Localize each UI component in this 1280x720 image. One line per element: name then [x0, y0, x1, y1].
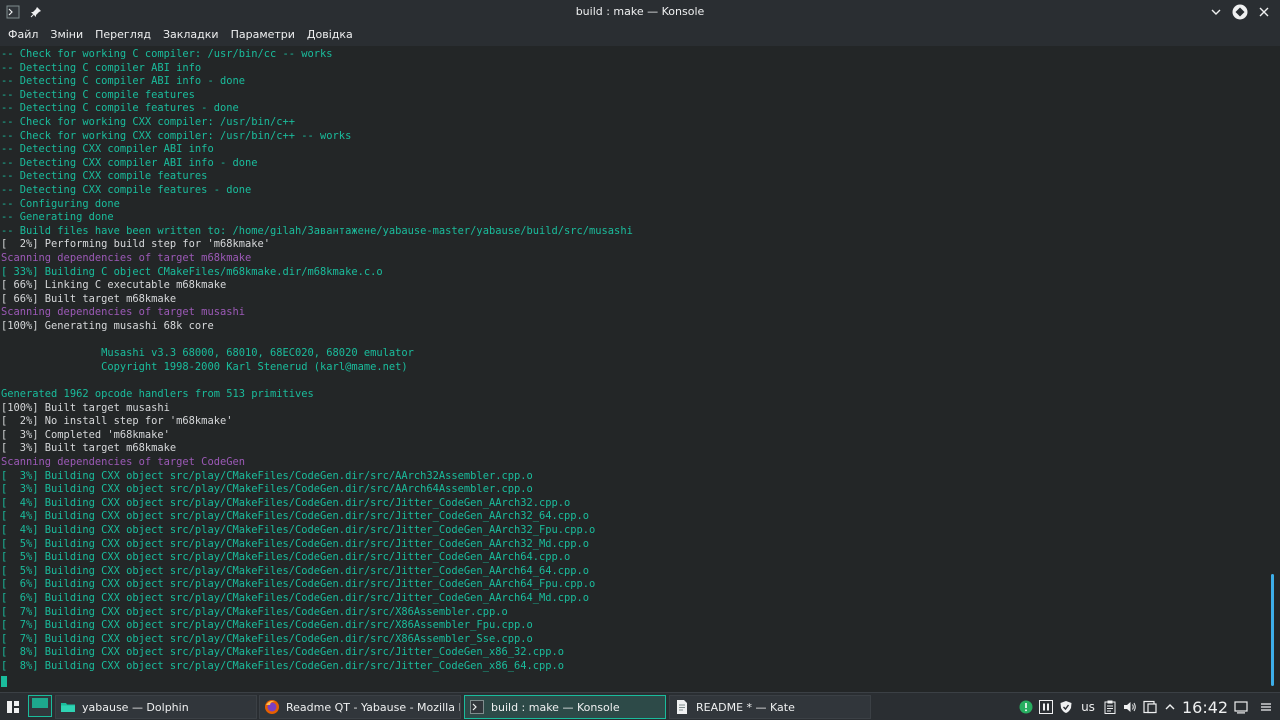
terminal-app-icon[interactable] — [3, 2, 23, 22]
terminal-line: -- Build files have been written to: /ho… — [1, 224, 633, 237]
document-icon — [674, 699, 690, 715]
expand-tray-icon[interactable] — [1162, 697, 1178, 717]
terminal-scrollbar[interactable] — [1268, 46, 1280, 692]
app-launcher-button[interactable] — [3, 697, 23, 717]
maximize-button[interactable] — [1230, 2, 1250, 22]
minimize-button[interactable] — [1206, 2, 1226, 22]
taskbar: yabause — Dolphin Readme QT - Yabause - … — [0, 692, 1280, 720]
terminal-line: [ 3%] Completed 'm68kmake' — [1, 428, 170, 441]
terminal-line: -- Detecting CXX compile features — [1, 170, 208, 183]
menu-file[interactable]: Файл — [2, 24, 44, 46]
terminal-line: [ 8%] Building CXX object src/play/CMake… — [1, 646, 565, 659]
terminal-line: [ 3%] Building CXX object src/play/CMake… — [1, 483, 533, 496]
folder-icon — [60, 699, 76, 715]
terminal-line: [ 4%] Building CXX object src/play/CMake… — [1, 524, 596, 536]
terminal-line: [ 66%] Built target m68kmake — [1, 292, 177, 305]
terminal-line: [100%] Built target musashi — [1, 401, 170, 414]
terminal-line: [ 3%] Built target m68kmake — [1, 442, 177, 455]
clipboard-icon[interactable] — [1102, 697, 1118, 717]
virtual-desktop-pager[interactable] — [28, 695, 52, 717]
terminal-line: [ 6%] Building CXX object src/play/CMake… — [1, 578, 596, 591]
volume-icon[interactable] — [1122, 697, 1138, 717]
pin-icon[interactable] — [26, 2, 46, 22]
menu-edit[interactable]: Зміни — [44, 24, 89, 46]
terminal-line: -- Detecting CXX compile features - done — [1, 184, 252, 196]
scrollbar-thumb[interactable] — [1271, 574, 1274, 686]
panel-options-icon[interactable] — [1256, 697, 1276, 717]
terminal-line: Scanning dependencies of target musashi — [1, 306, 245, 319]
keyboard-layout-indicator[interactable]: us — [1078, 697, 1098, 717]
security-shield-icon[interactable] — [1058, 697, 1074, 717]
terminal-line: [100%] Generating musashi 68k core — [1, 320, 214, 332]
menu-bar: Файл Зміни Перегляд Закладки Параметри Д… — [0, 24, 1280, 46]
digital-clock[interactable]: 16:42 — [1182, 697, 1228, 717]
task-dolphin[interactable]: yabause — Dolphin — [55, 695, 257, 719]
task-firefox[interactable]: Readme QT - Yabause - Mozilla Fir... — [259, 695, 461, 719]
task-label: Readme QT - Yabause - Mozilla Fir... — [286, 700, 460, 714]
terminal-line: [ 2%] Performing build step for 'm68kmak… — [1, 238, 270, 251]
terminal-line: Generated 1962 opcode handlers from 513 … — [1, 388, 314, 400]
task-label: README * — Kate — [696, 700, 795, 714]
task-kate[interactable]: README * — Kate — [669, 695, 871, 719]
window-title: build : make — Konsole — [575, 5, 705, 18]
device-notifier-icon[interactable] — [1142, 697, 1158, 717]
terminal-line: -- Check for working CXX compiler: /usr/… — [1, 116, 296, 128]
terminal-icon — [469, 699, 485, 715]
menu-help[interactable]: Довідка — [301, 24, 359, 46]
terminal-line: [ 7%] Building CXX object src/play/CMake… — [1, 632, 533, 645]
terminal-line: [ 7%] Building CXX object src/play/CMake… — [1, 619, 533, 632]
terminal-line: Copyright 1998-2000 Karl Stenerud (karl@… — [1, 360, 408, 373]
terminal-line: Scanning dependencies of target m68kmake — [1, 252, 252, 264]
terminal-line: [ 2%] No install step for 'm68kmake' — [1, 415, 233, 428]
media-player-icon[interactable] — [1038, 697, 1054, 717]
terminal-line: -- Check for working CXX compiler: /usr/… — [1, 129, 352, 142]
terminal-line: [ 5%] Building CXX object src/play/CMake… — [1, 551, 571, 564]
task-label: yabause — Dolphin — [82, 700, 189, 714]
close-button[interactable] — [1254, 2, 1274, 22]
terminal-output[interactable]: -- Check for working C compiler: /usr/bi… — [0, 46, 1268, 692]
update-notifier-icon[interactable] — [1018, 697, 1034, 717]
terminal-line: -- Detecting C compile features - done — [1, 102, 239, 115]
terminal-line: -- Detecting C compiler ABI info — [1, 61, 202, 74]
terminal-line: Scanning dependencies of target CodeGen — [1, 456, 245, 468]
terminal-line: [ 8%] Building CXX object src/play/CMake… — [1, 660, 565, 672]
terminal-line: [ 6%] Building CXX object src/play/CMake… — [1, 592, 590, 604]
title-bar[interactable]: build : make — Konsole — [0, 0, 1280, 24]
terminal-line: [ 4%] Building CXX object src/play/CMake… — [1, 510, 590, 523]
terminal-line: -- Generating done — [1, 211, 114, 224]
terminal-line: -- Check for working C compiler: /usr/bi… — [1, 48, 333, 60]
menu-bookmarks[interactable]: Закладки — [157, 24, 225, 46]
show-desktop-icon[interactable] — [1233, 697, 1249, 717]
terminal-line: [ 5%] Building CXX object src/play/CMake… — [1, 537, 590, 550]
terminal-line: -- Configuring done — [1, 197, 120, 210]
terminal-line: -- Detecting C compiler ABI info - done — [1, 75, 245, 88]
terminal-line: -- Detecting CXX compiler ABI info — [1, 143, 214, 156]
terminal-line: [ 3%] Building CXX object src/play/CMake… — [1, 469, 533, 482]
terminal-cursor — [1, 676, 7, 687]
firefox-icon — [264, 699, 280, 715]
terminal-line: [ 5%] Building CXX object src/play/CMake… — [1, 564, 590, 577]
terminal-line: [ 33%] Building C object CMakeFiles/m68k… — [1, 265, 383, 278]
menu-settings[interactable]: Параметри — [225, 24, 301, 46]
menu-view[interactable]: Перегляд — [89, 24, 157, 46]
terminal-line: [ 4%] Building CXX object src/play/CMake… — [1, 496, 571, 509]
terminal-line: -- Detecting C compile features — [1, 88, 195, 101]
terminal-line: [ 7%] Building CXX object src/play/CMake… — [1, 605, 508, 618]
terminal-line: -- Detecting CXX compiler ABI info - don… — [1, 156, 258, 169]
task-konsole[interactable]: build : make — Konsole — [464, 695, 666, 719]
task-label: build : make — Konsole — [491, 700, 620, 714]
terminal-line: Musashi v3.3 68000, 68010, 68EC020, 6802… — [1, 347, 414, 360]
terminal-line: [ 66%] Linking C executable m68kmake — [1, 279, 227, 292]
